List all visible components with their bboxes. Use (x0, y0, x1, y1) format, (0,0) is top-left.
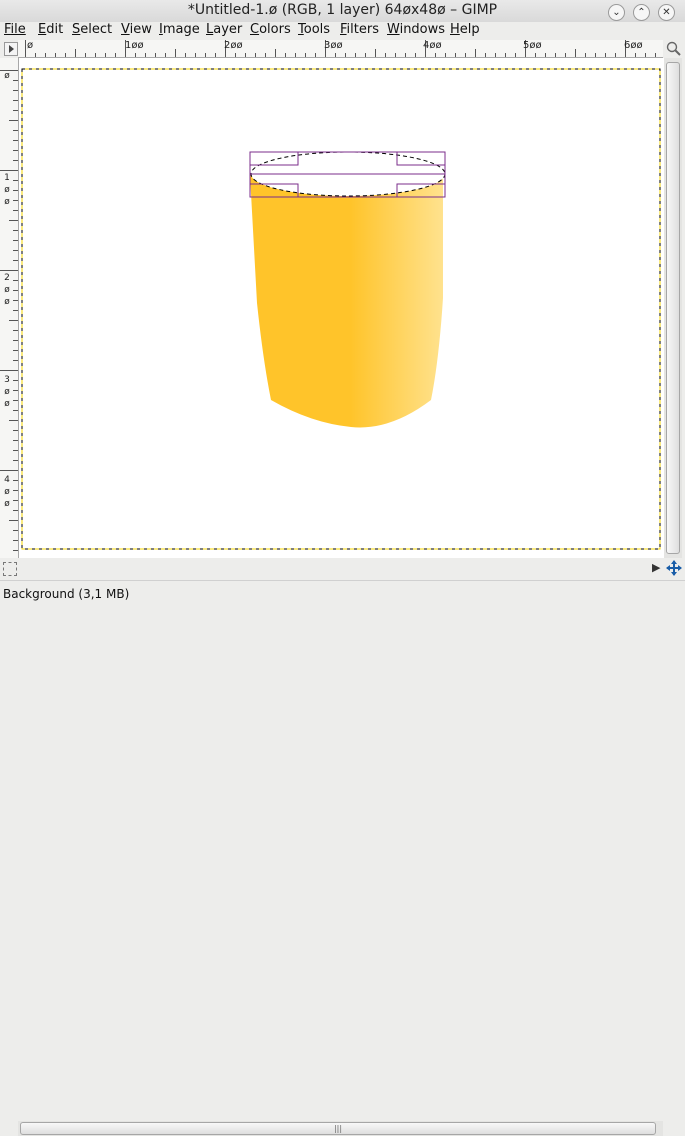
menu-select[interactable]: Select (72, 22, 112, 37)
cup-shape (250, 175, 443, 428)
image-canvas[interactable] (19, 58, 664, 558)
vruler-label: ø (4, 399, 10, 409)
vruler-label: ø (4, 487, 10, 497)
horizontal-ruler: ø 1øø 2øø 3øø 4øø 5øø 6øø (18, 40, 663, 58)
bottom-bar: ||| ▶ (0, 560, 685, 1136)
menu-select-label: Select (72, 22, 113, 37)
menu-help-label: Help (450, 22, 480, 37)
menu-edit[interactable]: Edit (38, 22, 63, 37)
menu-edit-label: Edit (38, 22, 64, 37)
horizontal-scrollbar[interactable]: ||| (18, 1121, 663, 1136)
menu-file-label: File (4, 22, 26, 37)
vertical-scrollbar[interactable] (664, 58, 682, 558)
chevron-down-icon[interactable]: ⌄ (608, 4, 625, 21)
vruler-label: ø (4, 197, 10, 207)
menu-image-label: Image (159, 22, 200, 37)
vruler-label: 3 (4, 375, 10, 385)
hruler-label: 6øø (624, 40, 643, 51)
menu-file[interactable]: File (4, 22, 26, 37)
hruler-label: 1øø (125, 40, 144, 51)
menu-view-label: View (121, 22, 152, 37)
hruler-label: ø (27, 40, 34, 51)
navigate-icon[interactable] (666, 560, 682, 576)
menu-colors[interactable]: Colors (250, 22, 291, 37)
title-bar: *Untitled-1.ø (RGB, 1 layer) 64øx48ø – G… (0, 0, 685, 23)
scroll-right-arrow[interactable]: ▶ (652, 562, 662, 574)
menu-help[interactable]: Help (450, 22, 480, 37)
menu-colors-label: Colors (250, 22, 291, 37)
vruler-label: ø (4, 387, 10, 397)
navigate-glyph (666, 560, 682, 576)
menu-filters[interactable]: Filters (340, 22, 379, 37)
menu-bar: File Edit Select View Image Layer Colors… (0, 22, 685, 40)
hruler-label: 3øø (324, 40, 343, 51)
menu-view[interactable]: View (121, 22, 152, 37)
hruler-label: 4øø (423, 40, 442, 51)
close-icon[interactable]: ✕ (658, 4, 675, 21)
hruler-label: 5øø (523, 40, 542, 51)
hruler-label: 2øø (224, 40, 243, 51)
zoom-toggle-icon[interactable] (665, 40, 682, 57)
menu-filters-label: Filters (340, 22, 379, 37)
vruler-label: 1 (4, 173, 10, 183)
menu-layer-label: Layer (206, 22, 243, 37)
horizontal-scroll-thumb[interactable]: ||| (20, 1122, 656, 1135)
canvas-drawing (21, 68, 661, 550)
window-title: *Untitled-1.ø (RGB, 1 layer) 64øx48ø – G… (187, 2, 498, 18)
triangle-right-icon[interactable] (4, 42, 18, 56)
quick-mask-icon[interactable] (3, 562, 17, 576)
status-bar: Background (3,1 MB) (0, 580, 685, 616)
vruler-label: ø (4, 185, 10, 195)
layer-status: Background (3,1 MB) (3, 587, 130, 601)
vruler-label: ø (4, 285, 10, 295)
vertical-ruler: ø 1 ø ø 2 ø ø 3 ø ø 4 ø ø (0, 58, 19, 558)
menu-image[interactable]: Image (159, 22, 200, 37)
menu-tools[interactable]: Tools (298, 22, 330, 37)
menu-windows[interactable]: Windows (387, 22, 445, 37)
vertical-scroll-thumb[interactable] (666, 62, 680, 554)
chevron-up-icon[interactable]: ⌃ (633, 4, 650, 21)
vruler-label: 4 (4, 475, 10, 485)
menu-tools-label: Tools (298, 22, 331, 37)
vruler-label: ø (4, 71, 10, 81)
menu-layer[interactable]: Layer (206, 22, 242, 37)
vruler-label: ø (4, 297, 10, 307)
vruler-label: ø (4, 499, 10, 509)
vruler-label: 2 (4, 273, 10, 283)
zoom-toggle-glyph (666, 41, 681, 56)
menu-windows-label: Windows (387, 22, 446, 37)
